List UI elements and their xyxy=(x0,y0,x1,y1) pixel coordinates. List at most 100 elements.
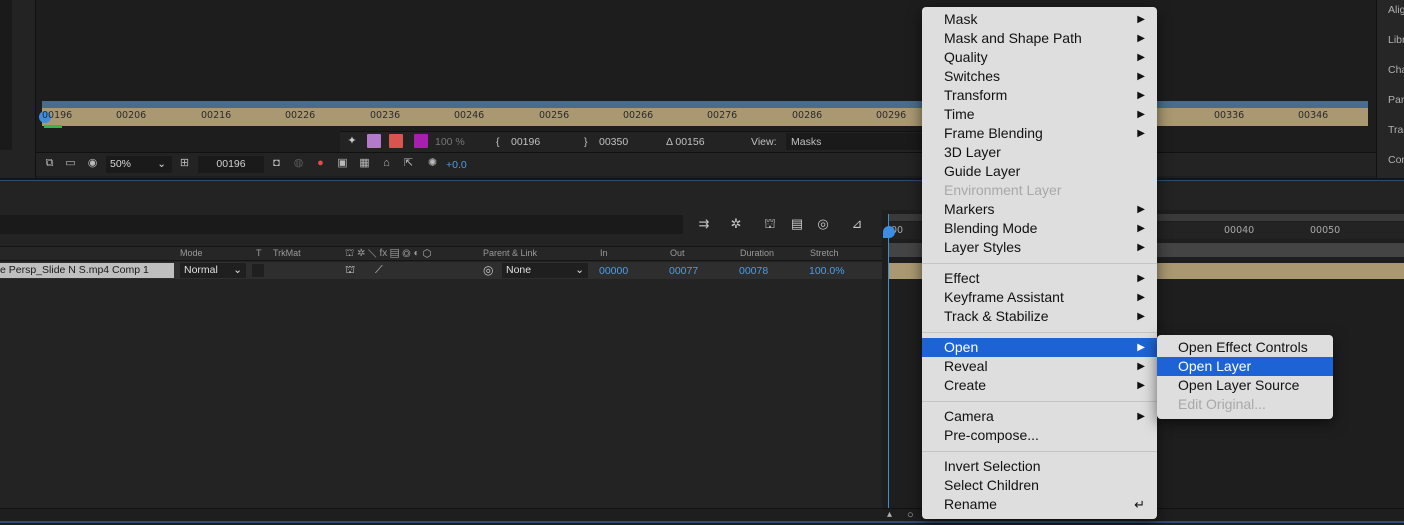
submenu-item-open-effect-controls[interactable]: Open Effect Controls xyxy=(1157,338,1333,357)
exposure-icon[interactable]: ✺ xyxy=(426,157,439,170)
menu-item-switches[interactable]: Switches ▶ xyxy=(922,67,1157,86)
show-snapshot-icon[interactable]: ◍ xyxy=(292,157,305,170)
zoom-out-icon[interactable]: ▴ xyxy=(887,509,892,520)
composition-flowchart-icon[interactable]: ⇉ xyxy=(696,216,712,232)
menu-item-label: Quality xyxy=(944,49,988,65)
menu-item-track-and-stabilize[interactable]: Track & Stabilize ▶ xyxy=(922,307,1157,326)
shy-switch-icon[interactable]: ⛫ xyxy=(345,264,355,278)
menu-item-time[interactable]: Time ▶ xyxy=(922,105,1157,124)
panel-tab-tracker[interactable]: Trac xyxy=(1388,124,1404,136)
panel-tab-content[interactable]: Con xyxy=(1388,154,1404,166)
panel-tab-align[interactable]: Alig xyxy=(1388,4,1404,16)
playhead-line[interactable] xyxy=(888,214,889,508)
flowchart-icon[interactable]: ⇱ xyxy=(402,157,415,170)
zoom-select[interactable]: 50% ⌄ xyxy=(106,156,172,173)
preserve-transparency-checkbox[interactable] xyxy=(252,264,264,277)
blending-mode-value: Normal xyxy=(184,264,218,276)
ruler-tick: 00246 xyxy=(454,110,485,121)
column-duration[interactable]: Duration xyxy=(740,248,774,258)
menu-item-mask[interactable]: Mask ▶ xyxy=(922,10,1157,29)
column-t[interactable]: T xyxy=(256,248,262,258)
panel-tab-libraries[interactable]: Libr xyxy=(1388,34,1404,46)
menu-item-reveal[interactable]: Reveal ▶ xyxy=(922,357,1157,376)
parent-select[interactable]: None ⌄ xyxy=(502,263,588,278)
submenu-arrow-icon: ▶ xyxy=(1137,342,1145,353)
motion-path-icon[interactable]: ✦ xyxy=(345,134,359,148)
region-of-interest-icon[interactable]: ▣ xyxy=(336,157,349,170)
menu-item-camera[interactable]: Camera ▶ xyxy=(922,407,1157,426)
work-area-bar[interactable] xyxy=(42,101,1368,108)
menu-item-rename[interactable]: Rename ↵ xyxy=(922,495,1157,514)
menu-item-label: Layer Styles xyxy=(944,239,1022,255)
always-preview-icon[interactable]: ⧉ xyxy=(43,157,56,170)
menu-item-pre-compose[interactable]: Pre-compose... xyxy=(922,426,1157,445)
column-mode[interactable]: Mode xyxy=(180,248,203,258)
onion-skin-icon[interactable] xyxy=(367,134,381,148)
resolution-icon[interactable]: ⊞ xyxy=(178,157,191,170)
menu-item-blending-mode[interactable]: Blending Mode ▶ xyxy=(922,219,1157,238)
current-frame-field[interactable]: 00196 xyxy=(198,156,264,173)
submenu-arrow-icon: ▶ xyxy=(1137,273,1145,284)
set-in-icon[interactable]: { xyxy=(496,136,500,148)
column-out[interactable]: Out xyxy=(670,248,685,258)
camera-snapshot-icon[interactable]: ◘ xyxy=(270,157,283,170)
time-ruler-tick: 00050 xyxy=(1310,225,1341,236)
monitor-icon[interactable]: ▭ xyxy=(64,157,77,170)
layer-in-value[interactable]: 00000 xyxy=(599,265,628,277)
panel-tab-paragraph[interactable]: Par xyxy=(1388,94,1404,106)
frame-blending-icon[interactable]: ▤ xyxy=(789,216,805,232)
motion-blur-icon[interactable]: ◎ xyxy=(815,216,831,232)
menu-item-guide-layer[interactable]: Guide Layer xyxy=(922,162,1157,181)
layer-duration-value[interactable]: 00078 xyxy=(739,265,768,277)
column-stretch[interactable]: Stretch xyxy=(810,248,839,258)
color-swatch[interactable] xyxy=(414,134,428,148)
pick-whip-icon[interactable]: ◎ xyxy=(483,263,493,277)
draft-3d-icon[interactable]: ✲ xyxy=(728,216,744,232)
column-in[interactable]: In xyxy=(600,248,608,258)
menu-item-label: Time xyxy=(944,106,975,122)
menu-item-select-children[interactable]: Select Children xyxy=(922,476,1157,495)
blending-mode-select[interactable]: Normal ⌄ xyxy=(180,263,246,278)
channel-icon[interactable]: ● xyxy=(314,157,327,170)
graph-editor-icon[interactable]: ⊿ xyxy=(849,216,865,232)
3d-view-icon[interactable]: ⌂ xyxy=(380,157,393,170)
set-out-icon[interactable]: } xyxy=(584,136,588,148)
menu-item-layer-styles[interactable]: Layer Styles ▶ xyxy=(922,238,1157,257)
column-parent[interactable]: Parent & Link xyxy=(483,248,537,258)
transparency-grid-icon[interactable]: ▦ xyxy=(358,157,371,170)
layer-name[interactable]: e Persp_Slide N S.mp4 Comp 1 xyxy=(0,263,174,278)
column-trkmat[interactable]: TrkMat xyxy=(273,248,301,258)
shy-layers-icon[interactable]: ⛫ xyxy=(762,216,778,232)
submenu-arrow-icon: ▶ xyxy=(1137,90,1145,101)
out-point-value[interactable]: 00350 xyxy=(599,136,628,148)
puppet-icon[interactable] xyxy=(389,134,403,148)
menu-item-invert-selection[interactable]: Invert Selection xyxy=(922,457,1157,476)
menu-item-markers[interactable]: Markers ▶ xyxy=(922,200,1157,219)
layer-stretch-value[interactable]: 100.0% xyxy=(809,265,845,277)
panel-divider[interactable] xyxy=(0,178,1404,181)
zoom-slider-icon[interactable]: ○ xyxy=(907,509,914,521)
menu-item-label: Open Layer Source xyxy=(1178,377,1300,393)
menu-item-quality[interactable]: Quality ▶ xyxy=(922,48,1157,67)
submenu-item-open-layer[interactable]: Open Layer xyxy=(1157,357,1333,376)
mask-icon[interactable]: ◉ xyxy=(86,157,99,170)
menu-item-3d-layer[interactable]: 3D Layer xyxy=(922,143,1157,162)
exposure-value[interactable]: +0.0 xyxy=(446,159,467,171)
menu-item-create[interactable]: Create ▶ xyxy=(922,376,1157,395)
switches-header-icon: ⛫ ✲ ⟍ fx ▤ ◎ ◐ ⬡ xyxy=(345,248,432,259)
in-point-value[interactable]: 00196 xyxy=(511,136,540,148)
quality-switch-icon[interactable]: ⟋ xyxy=(375,264,383,277)
menu-item-open[interactable]: Open ▶ xyxy=(922,338,1157,357)
chevron-down-icon: ⌄ xyxy=(575,264,584,276)
panel-tab-character[interactable]: Cha xyxy=(1388,64,1404,76)
layer-out-value[interactable]: 00077 xyxy=(669,265,698,277)
submenu-item-open-layer-source[interactable]: Open Layer Source xyxy=(1157,376,1333,395)
playhead-handle[interactable] xyxy=(883,226,895,238)
menu-item-effect[interactable]: Effect ▶ xyxy=(922,269,1157,288)
timeline-search-input[interactable] xyxy=(0,215,683,234)
menu-item-transform[interactable]: Transform ▶ xyxy=(922,86,1157,105)
menu-item-mask-and-shape-path[interactable]: Mask and Shape Path ▶ xyxy=(922,29,1157,48)
menu-item-frame-blending[interactable]: Frame Blending ▶ xyxy=(922,124,1157,143)
menu-item-keyframe-assistant[interactable]: Keyframe Assistant ▶ xyxy=(922,288,1157,307)
layer-time-ruler[interactable] xyxy=(42,108,1368,126)
